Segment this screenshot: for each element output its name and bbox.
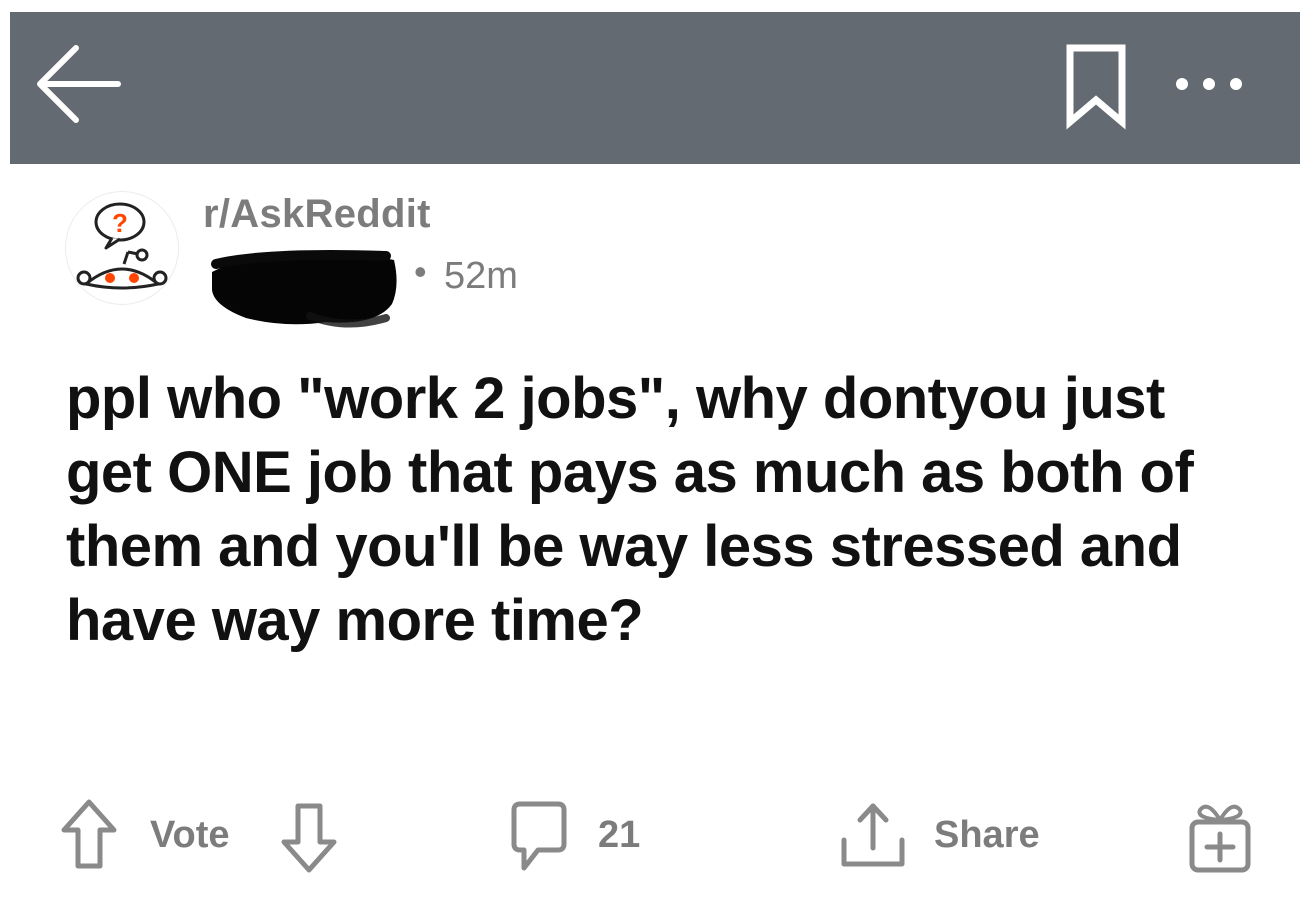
gift-award-icon[interactable]	[1184, 796, 1256, 876]
comment-count[interactable]: 21	[598, 814, 640, 857]
redacted-username[interactable]	[206, 246, 402, 330]
more-dots-icon[interactable]	[1168, 64, 1250, 104]
svg-text:?: ?	[112, 208, 128, 238]
back-arrow-icon[interactable]	[30, 42, 124, 126]
downvote-arrow-icon[interactable]	[278, 796, 340, 876]
subreddit-avatar[interactable]: ?	[66, 192, 178, 304]
post-screen: ? r/AskReddit • 52m ppl who "work 2 jobs…	[0, 0, 1300, 910]
share-upload-icon[interactable]	[836, 796, 910, 876]
post-age: 52m	[444, 255, 518, 297]
share-label[interactable]: Share	[934, 814, 1040, 857]
meta-separator: •	[414, 251, 427, 292]
upvote-arrow-icon[interactable]	[58, 796, 120, 876]
askreddit-snoo-icon: ?	[76, 202, 168, 290]
comment-bubble-icon[interactable]	[502, 796, 572, 876]
vote-label: Vote	[150, 814, 230, 856]
post-title[interactable]: ppl who "work 2 jobs", why dontyou just …	[66, 362, 1256, 658]
bookmark-icon[interactable]	[1058, 38, 1134, 130]
subreddit-name[interactable]: r/AskReddit	[203, 192, 431, 237]
